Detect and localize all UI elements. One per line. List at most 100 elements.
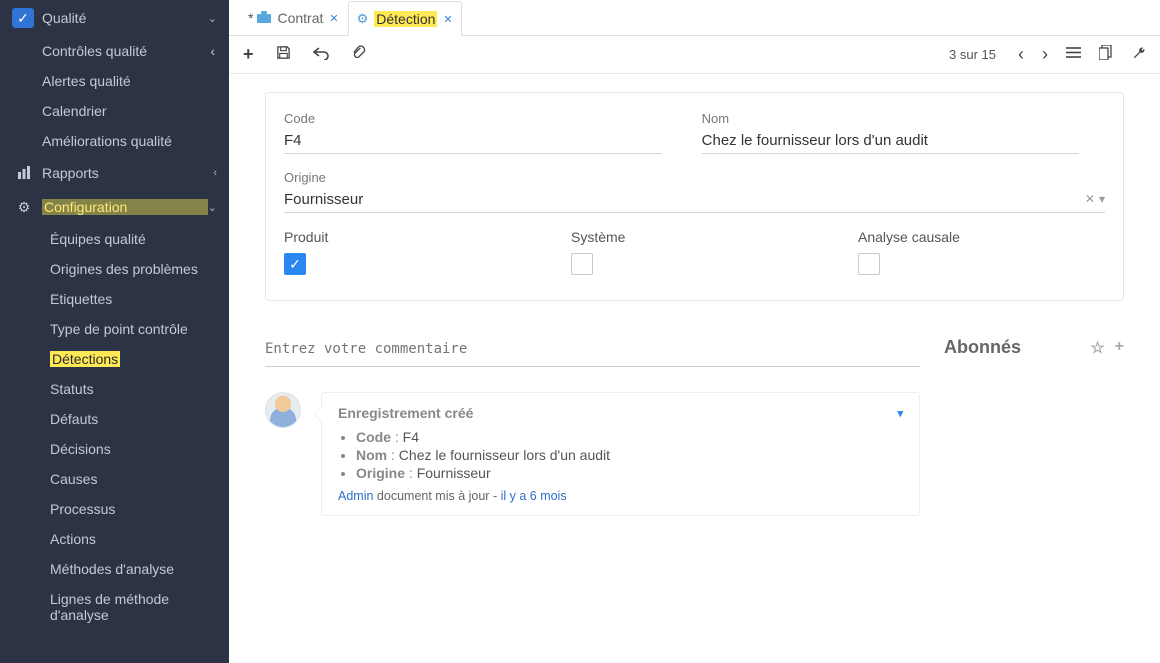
origin-select[interactable]: Fournisseur ✕ ▾ (284, 187, 1105, 213)
tab-label: Détection (374, 11, 437, 27)
chevron-left-icon: ‹ (210, 43, 215, 59)
nav-item-quality-improvements[interactable]: Améliorations qualité (0, 126, 229, 156)
clear-icon[interactable]: ✕ (1085, 192, 1095, 206)
close-icon[interactable]: ✕ (443, 13, 452, 26)
nav-item-label: Statuts (50, 381, 94, 397)
nav-item-label: Détections (50, 351, 120, 367)
field-label: Produit (284, 229, 531, 245)
field-label: Origine (284, 170, 1105, 185)
new-button[interactable]: + (243, 44, 254, 65)
next-record-button[interactable]: › (1042, 44, 1048, 65)
briefcase-icon (257, 11, 271, 26)
nav-item-label: Etiquettes (50, 291, 112, 307)
nav-section-quality[interactable]: ✓ Qualité ⌄ (0, 0, 229, 36)
nav-item-actions[interactable]: Actions (0, 524, 229, 554)
chevron-down-icon[interactable]: ▾ (897, 407, 903, 420)
messages-section: Enregistrement créé ▾ Code : F4 Nom : Ch… (265, 337, 1124, 516)
nav-item-label: Lignes de méthode d'analyse (50, 591, 169, 623)
nav-item-quality-controls[interactable]: Contrôles qualité ‹ (0, 36, 229, 66)
nav-item-calendar[interactable]: Calendrier (0, 96, 229, 126)
tab-contract[interactable]: * Contrat ✕ (239, 0, 348, 35)
field-val: Chez le fournisseur lors d'un audit (399, 447, 610, 463)
dirty-indicator: * (248, 10, 253, 26)
chevron-down-icon[interactable]: ▾ (1099, 192, 1105, 206)
nav-section-reports[interactable]: Rapports ‹ (0, 156, 229, 190)
tab-detection[interactable]: ⚙ Détection ✕ (348, 1, 462, 36)
copy-button[interactable] (1099, 45, 1113, 64)
field-label: Analyse causale (858, 229, 1105, 245)
field-code: Code F4 (284, 111, 662, 154)
nav-item-causes[interactable]: Causes (0, 464, 229, 494)
chevron-down-icon: ⌄ (208, 12, 217, 25)
nav-item-problem-origins[interactable]: Origines des problèmes (0, 254, 229, 284)
nav-item-label: Méthodes d'analyse (50, 561, 174, 577)
message-footer: Admin document mis à jour - il y a 6 moi… (338, 489, 903, 503)
gear-icon: ⚙ (357, 11, 369, 27)
nav-item-analysis-method-lines[interactable]: Lignes de méthode d'analyse (0, 584, 229, 630)
nav-item-decisions[interactable]: Décisions (0, 434, 229, 464)
nav-section-quality-label: Qualité (42, 10, 208, 26)
nav-item-label: Défauts (50, 411, 98, 427)
star-icon[interactable]: ☆ (1090, 338, 1104, 358)
nav-item-detections[interactable]: Détections (0, 344, 229, 374)
systeme-checkbox[interactable] (571, 253, 593, 275)
form-card: Code F4 Nom Chez le fournisseur lors d'u… (265, 92, 1124, 301)
tab-label: Contrat (277, 10, 323, 26)
message-action: document mis à jour (377, 489, 490, 503)
list-view-button[interactable] (1066, 46, 1081, 63)
avatar (265, 392, 301, 428)
message-field: Nom : Chez le fournisseur lors d'un audi… (356, 447, 903, 463)
nav-item-processes[interactable]: Processus (0, 494, 229, 524)
field-origin: Origine Fournisseur ✕ ▾ (284, 170, 1105, 213)
wrench-button[interactable] (1131, 45, 1146, 64)
content-area: Code F4 Nom Chez le fournisseur lors d'u… (229, 74, 1160, 663)
field-label: Nom (702, 111, 1080, 126)
attach-button[interactable] (351, 45, 366, 64)
close-icon[interactable]: ✕ (329, 12, 338, 25)
nav-item-label: Équipes qualité (50, 231, 146, 247)
main-panel: * Contrat ✕ ⚙ Détection ✕ + (229, 0, 1160, 663)
nav-item-control-point-type[interactable]: Type de point contrôle (0, 314, 229, 344)
message-title: Enregistrement créé (338, 405, 473, 421)
message-user[interactable]: Admin (338, 489, 373, 503)
nav-item-label: Origines des problèmes (50, 261, 198, 277)
followers-header: Abonnés ☆ + (944, 337, 1124, 358)
prev-record-button[interactable]: ‹ (1018, 44, 1024, 65)
nav-item-defects[interactable]: Défauts (0, 404, 229, 434)
field-value: Fournisseur (284, 191, 363, 208)
chevron-left-icon: ‹ (213, 167, 217, 179)
message-fields: Code : F4 Nom : Chez le fournisseur lors… (356, 429, 903, 481)
check-icon: ✓ (12, 8, 34, 28)
field-label: Code (284, 111, 662, 126)
nav-item-quality-teams[interactable]: Équipes qualité (0, 224, 229, 254)
field-value: F4 (284, 132, 302, 149)
sidebar: ✓ Qualité ⌄ Contrôles qualité ‹ Alertes … (0, 0, 229, 663)
comment-input[interactable] (265, 337, 920, 367)
produit-checkbox[interactable]: ✓ (284, 253, 306, 275)
nav-item-label: Type de point contrôle (50, 321, 188, 337)
nav-item-quality-alerts[interactable]: Alertes qualité (0, 66, 229, 96)
message-field: Code : F4 (356, 429, 903, 445)
nav-item-statuses[interactable]: Statuts (0, 374, 229, 404)
nav-section-config[interactable]: ⚙ Configuration ⌄ (0, 190, 229, 224)
toolbar: + 3 sur 15 ‹ › (229, 36, 1160, 74)
add-follower-button[interactable]: + (1115, 338, 1124, 358)
nav-item-label: Causes (50, 471, 97, 487)
code-input[interactable]: F4 (284, 128, 662, 154)
name-input[interactable]: Chez le fournisseur lors d'un audit (702, 128, 1080, 154)
nav-item-analysis-methods[interactable]: Méthodes d'analyse (0, 554, 229, 584)
followers-title: Abonnés (944, 337, 1021, 358)
tab-bar: * Contrat ✕ ⚙ Détection ✕ (229, 0, 1160, 36)
chart-icon (14, 164, 34, 182)
message-time[interactable]: il y a 6 mois (501, 489, 567, 503)
nav-item-label: Contrôles qualité (42, 43, 210, 59)
nav-item-tags[interactable]: Etiquettes (0, 284, 229, 314)
save-button[interactable] (276, 45, 291, 64)
nav-item-label: Améliorations qualité (42, 133, 172, 149)
undo-button[interactable] (313, 46, 329, 64)
gear-icon: ⚙ (14, 198, 34, 216)
nav-item-label: Calendrier (42, 103, 107, 119)
field-key: Nom (356, 447, 387, 463)
message-card: Enregistrement créé ▾ Code : F4 Nom : Ch… (321, 392, 920, 516)
analyse-checkbox[interactable] (858, 253, 880, 275)
